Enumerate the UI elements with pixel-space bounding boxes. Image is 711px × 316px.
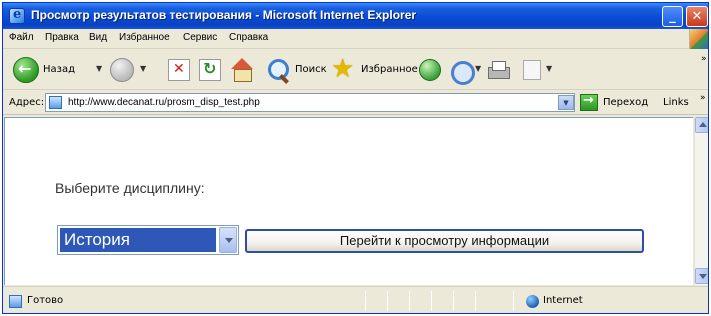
links-overflow-icon[interactable]: » xyxy=(700,93,706,103)
status-divider xyxy=(365,291,366,311)
window-title: Просмотр результатов тестирования - Micr… xyxy=(31,8,417,22)
forward-dropdown-icon[interactable]: ▼ xyxy=(140,64,146,73)
back-label[interactable]: Назад xyxy=(43,64,75,75)
back-arrow-icon[interactable] xyxy=(13,57,39,83)
menu-tools[interactable]: Сервис xyxy=(183,32,217,43)
status-divider xyxy=(409,291,410,311)
menu-help[interactable]: Справка xyxy=(229,32,268,43)
minimize-button[interactable]: _ xyxy=(662,6,683,27)
page-icon xyxy=(49,96,62,109)
favorites-label[interactable]: Избранное xyxy=(361,64,418,75)
forward-arrow-icon[interactable] xyxy=(110,58,134,82)
status-bar: Готово Internet xyxy=(3,286,708,313)
windows-logo-icon xyxy=(689,29,708,49)
selected-discipline[interactable]: История xyxy=(60,228,216,252)
home-icon[interactable] xyxy=(229,57,255,83)
go-button-label[interactable]: Переход xyxy=(603,97,648,108)
address-url[interactable]: http://www.decanat.ru/prosm_disp_test.ph… xyxy=(68,97,260,108)
go-arrow-icon[interactable] xyxy=(580,93,598,111)
status-divider xyxy=(387,291,388,311)
title-bar[interactable]: Просмотр результатов тестирования - Micr… xyxy=(3,3,708,29)
browser-window: Просмотр результатов тестирования - Micr… xyxy=(2,2,709,314)
discipline-select[interactable]: История xyxy=(57,225,239,255)
menu-favorites[interactable]: Избранное xyxy=(119,32,170,43)
discipline-prompt: Выберите дисциплину: xyxy=(55,180,205,196)
stop-icon[interactable] xyxy=(168,59,190,81)
search-icon[interactable] xyxy=(266,58,292,84)
view-info-button[interactable]: Перейти к просмотру информации xyxy=(245,229,644,253)
scroll-down-icon[interactable] xyxy=(695,268,708,284)
status-divider xyxy=(513,291,514,311)
status-divider xyxy=(431,291,432,311)
mail-dropdown-icon[interactable]: ▼ xyxy=(475,64,481,73)
standard-toolbar: Назад ▼ ▼ Поиск ★ Избранное ▼ ▼ » xyxy=(3,50,708,90)
status-text: Готово xyxy=(27,295,64,306)
menu-bar: Файл Правка Вид Избранное Сервис Справка xyxy=(3,29,708,49)
toolbar-overflow-icon[interactable]: » xyxy=(701,54,707,64)
favorites-star-icon[interactable]: ★ xyxy=(331,56,359,84)
back-dropdown-icon[interactable]: ▼ xyxy=(96,64,102,73)
page-status-icon xyxy=(9,295,22,308)
menu-view[interactable]: Вид xyxy=(89,32,107,43)
address-bar: Адрес: http://www.decanat.ru/prosm_disp_… xyxy=(3,91,708,115)
edit-page-icon[interactable] xyxy=(523,60,541,80)
page-content: Выберите дисциплину: История Перейти к п… xyxy=(4,117,693,285)
edit-dropdown-icon[interactable]: ▼ xyxy=(546,64,552,73)
media-icon[interactable] xyxy=(419,59,441,81)
menu-file[interactable]: Файл xyxy=(9,32,34,43)
search-label[interactable]: Поиск xyxy=(295,64,327,75)
print-icon[interactable] xyxy=(486,59,510,81)
address-label: Адрес: xyxy=(9,97,45,108)
address-dropdown-icon[interactable]: ▼ xyxy=(558,95,574,110)
vertical-scrollbar[interactable] xyxy=(694,117,708,285)
security-zone-label: Internet xyxy=(543,295,583,306)
select-dropdown-icon[interactable] xyxy=(219,227,237,253)
scroll-up-icon[interactable] xyxy=(695,117,708,133)
status-divider xyxy=(475,291,476,311)
internet-zone-icon xyxy=(526,295,539,308)
links-label[interactable]: Links xyxy=(663,97,689,108)
mail-icon[interactable] xyxy=(449,59,475,85)
menu-edit[interactable]: Правка xyxy=(45,32,79,43)
close-button[interactable]: ✕ xyxy=(686,6,708,27)
ie-icon xyxy=(9,7,25,24)
status-divider xyxy=(453,291,454,311)
refresh-icon[interactable] xyxy=(199,59,221,81)
address-input[interactable]: http://www.decanat.ru/prosm_disp_test.ph… xyxy=(45,93,575,112)
